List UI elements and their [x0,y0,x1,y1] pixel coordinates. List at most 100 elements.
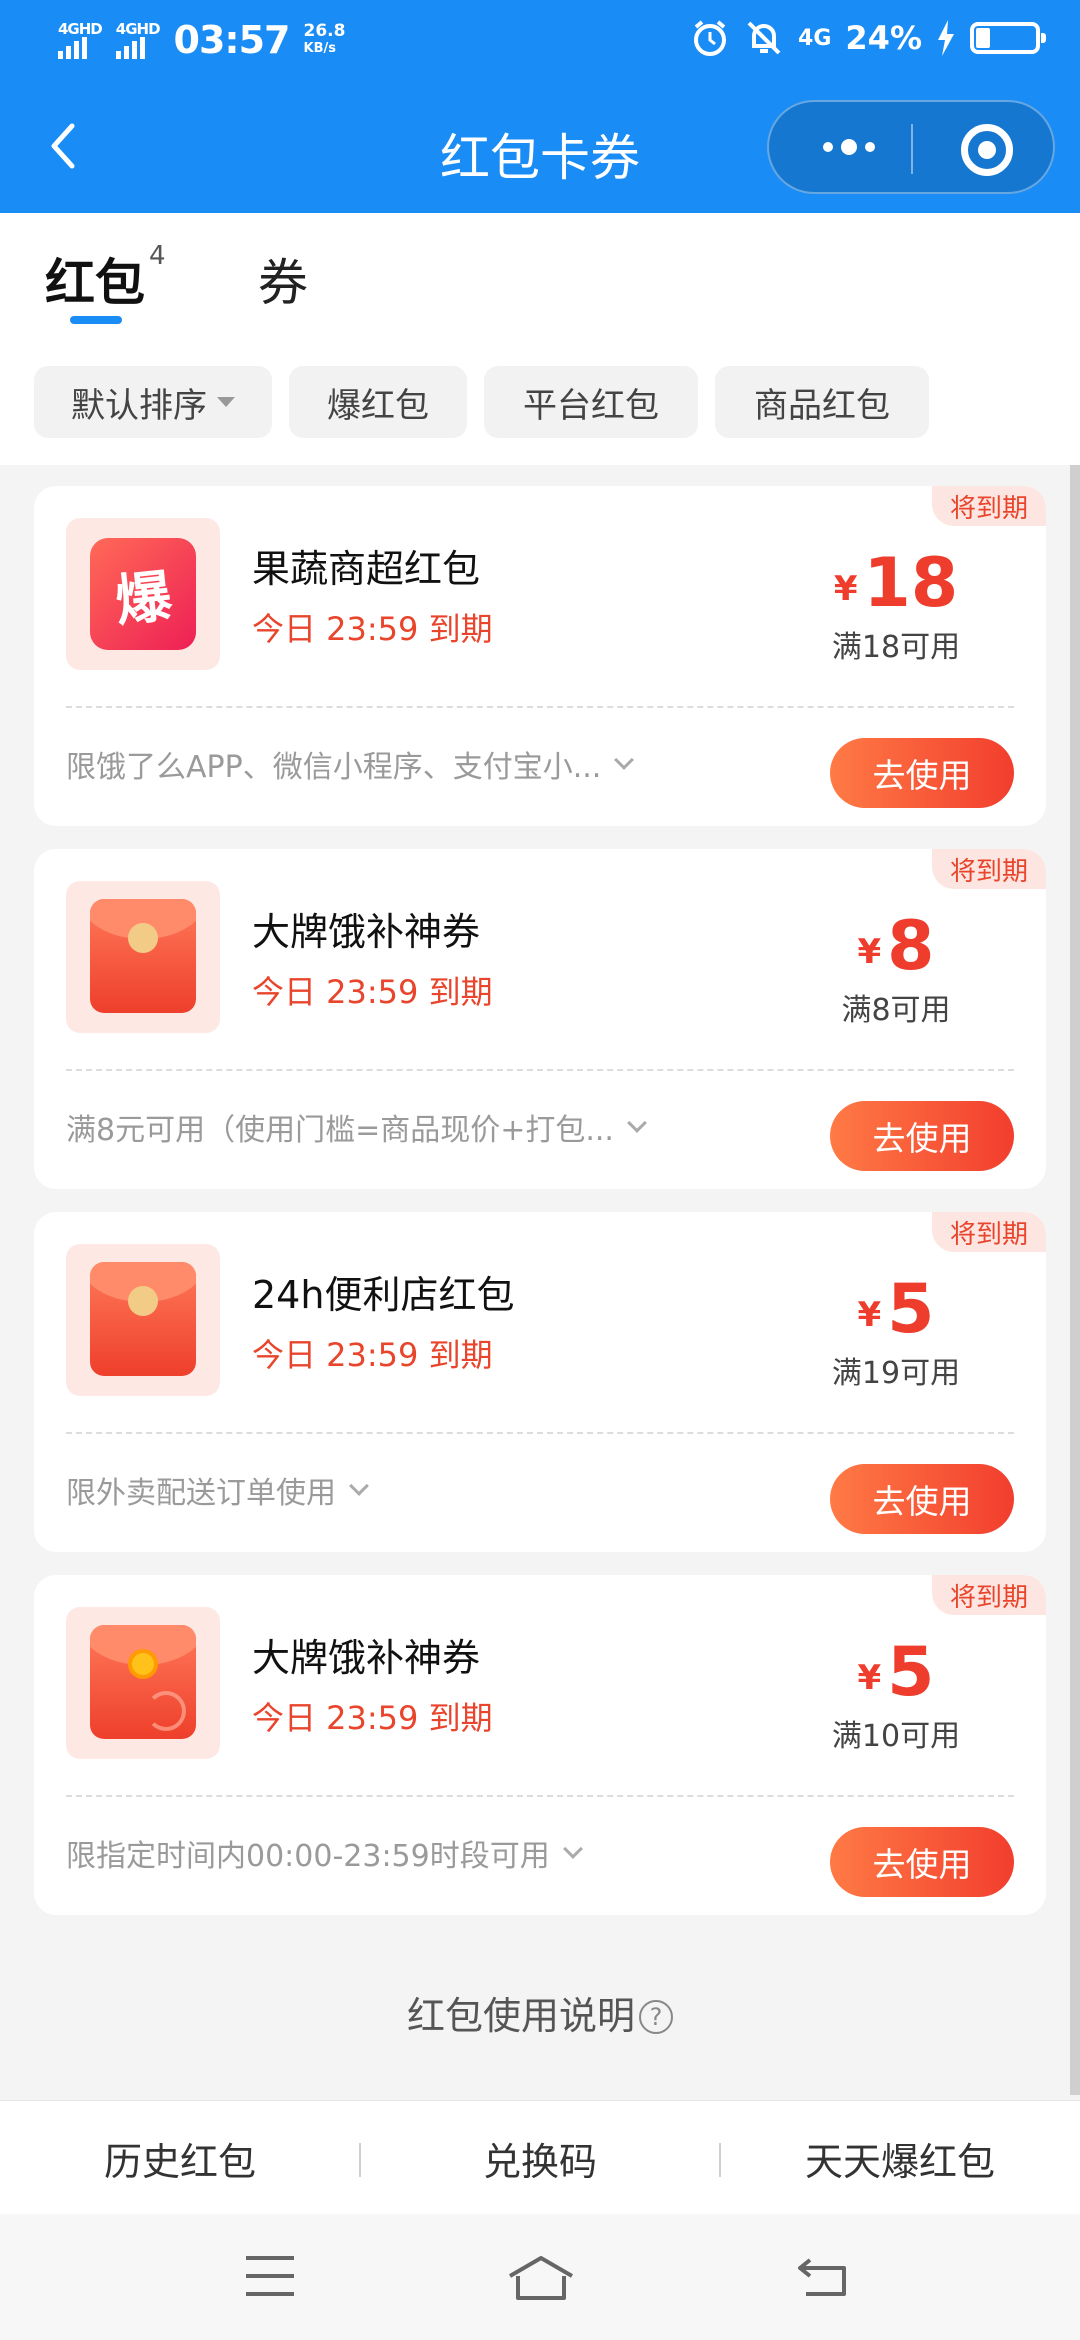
coupon-title: 大牌饿补神券 [252,910,481,954]
daily-bao-hongbao-button[interactable]: 天天爆红包 [720,2101,1080,2215]
coupon-note[interactable]: 限外卖配送订单使用 [66,1468,369,1512]
coupon-thumbnail: 爆 [66,518,220,670]
filter-label: 平台红包 [523,385,659,426]
back-nav-icon[interactable] [796,2254,852,2298]
battery-icon [970,22,1046,54]
dashed-divider [66,1795,1014,1797]
coupon-note[interactable]: 限指定时间内00:00-23:59时段可用 [66,1831,583,1875]
currency-symbol: ¥ [857,932,882,972]
coupon-card: 将到期 大牌饿补神券 今日 23:59 到期 ¥8 满8可用 满8元可用（使用门… [34,849,1046,1189]
coupon-thumbnail [66,881,220,1033]
expiring-badge: 将到期 [932,1575,1046,1615]
home-icon[interactable] [506,2254,576,2302]
filter-product-hongbao[interactable]: 商品红包 [715,366,929,438]
coupon-note[interactable]: 满8元可用（使用门槛=商品现价+打包... [66,1105,647,1149]
menu-icon[interactable] [244,2254,296,2298]
tabs-filter-header: 红包 4 券 默认排序 爆红包 平台红包 商品红包 [0,213,1080,465]
coupon-amount: ¥18 [796,544,996,623]
amount-value: 8 [887,907,935,986]
use-coupon-button[interactable]: 去使用 [830,1101,1014,1171]
alarm-icon [694,20,727,56]
caret-down-icon [217,397,235,407]
coupon-thumbnail [66,1244,220,1396]
coupon-condition: 满10可用 [831,1719,961,1754]
coupon-condition: 满8可用 [841,993,951,1028]
dashed-divider [66,1432,1014,1434]
top-bar: 4GHD 4GHD 03:57 26.8 KB/s 4G 24% 红包卡券 [0,0,1080,213]
net-speed-value: 26.8 [303,21,346,41]
coupon-amount: ¥5 [796,1270,996,1349]
network-label-1: 4GHD [58,20,103,38]
capsule-divider [911,124,913,174]
bottom-action-bar: 历史红包 兑换码 天天爆红包 [0,2100,1080,2214]
help-label: 红包使用说明 [406,1994,635,2038]
net-type: 4G [798,25,832,51]
signal-bars-icon [58,37,87,59]
bao-icon-text: 爆 [112,563,175,635]
chevron-down-icon [562,1839,583,1859]
system-nav-bar [0,2214,1080,2340]
coupon-condition: 满18可用 [831,630,961,665]
gold-envelope-icon [90,1625,196,1739]
filter-label: 默认排序 [71,385,207,426]
history-hongbao-button[interactable]: 历史红包 [0,2101,360,2215]
coupon-title: 大牌饿补神券 [252,1636,481,1680]
net-speed-unit: KB/s [303,41,336,56]
coupon-note[interactable]: 限饿了么APP、微信小程序、支付宝小... [66,742,635,786]
coupon-expiry: 今日 23:59 到期 [252,1336,493,1374]
status-right: 4G 24% [690,18,1046,58]
red-envelope-icon [90,1262,196,1376]
currency-symbol: ¥ [833,569,858,609]
signal-1: 4GHD [58,20,103,59]
hongbao-help-link[interactable]: 红包使用说明? [0,1985,1080,2040]
status-time: 03:57 [173,18,291,62]
red-envelope-icon [90,899,196,1013]
miniapp-capsule [767,100,1055,194]
network-label-2: 4GHD [115,20,161,38]
active-tab-indicator [70,316,122,324]
close-miniapp-icon[interactable] [961,124,1013,176]
coupon-title: 果蔬商超红包 [252,547,481,591]
note-text: 限饿了么APP、微信小程序、支付宝小... [66,750,602,785]
bao-icon: 爆 [90,538,196,650]
signal-bars-icon [115,37,145,59]
coupon-expiry: 今日 23:59 到期 [252,610,493,648]
use-coupon-button[interactable]: 去使用 [830,1464,1014,1534]
more-options-icon[interactable] [809,132,889,162]
coupon-amount: ¥8 [796,907,996,986]
chevron-down-icon [614,750,635,770]
dashed-divider [66,706,1014,708]
filter-platform-hongbao[interactable]: 平台红包 [484,366,698,438]
status-left: 4GHD 4GHD 03:57 26.8 KB/s [58,18,345,62]
tab-hongbao[interactable]: 红包 4 [45,241,166,315]
status-bar: 4GHD 4GHD 03:57 26.8 KB/s 4G 24% [0,0,1080,86]
tab-count: 4 [149,241,166,272]
filter-label: 商品红包 [754,385,890,426]
redeem-code-button[interactable]: 兑换码 [360,2101,720,2215]
note-text: 限指定时间内00:00-23:59时段可用 [66,1839,550,1874]
coupon-condition: 满19可用 [831,1356,961,1391]
tab-label: 券 [258,254,308,312]
amount-value: 5 [887,1270,935,1349]
battery-percent: 24% [845,19,922,57]
coupon-thumbnail [66,1607,220,1759]
coupon-expiry: 今日 23:59 到期 [252,973,493,1011]
currency-symbol: ¥ [857,1658,882,1698]
filter-label: 爆红包 [327,385,429,426]
tab-quan[interactable]: 券 [258,243,308,315]
use-coupon-button[interactable]: 去使用 [830,738,1014,808]
use-coupon-button[interactable]: 去使用 [830,1827,1014,1897]
filter-bao-hongbao[interactable]: 爆红包 [289,366,467,438]
nav-bar: 红包卡券 [0,86,1080,213]
chevron-down-icon [349,1476,369,1496]
dashed-divider [66,1069,1014,1071]
currency-symbol: ¥ [857,1295,882,1335]
scrollbar[interactable] [1070,465,1080,2095]
coupon-card: 将到期 爆 果蔬商超红包 今日 23:59 到期 ¥18 满18可用 限饿了么A… [34,486,1046,826]
coupon-card: 将到期 大牌饿补神券 今日 23:59 到期 ¥5 满10可用 限指定时间内00… [34,1575,1046,1915]
coupon-card: 将到期 24h便利店红包 今日 23:59 到期 ¥5 满19可用 限外卖配送订… [34,1212,1046,1552]
mute-bell-icon [747,21,781,55]
expiring-badge: 将到期 [932,849,1046,889]
chevron-down-icon [627,1113,647,1133]
filter-default-sort[interactable]: 默认排序 [34,366,272,438]
